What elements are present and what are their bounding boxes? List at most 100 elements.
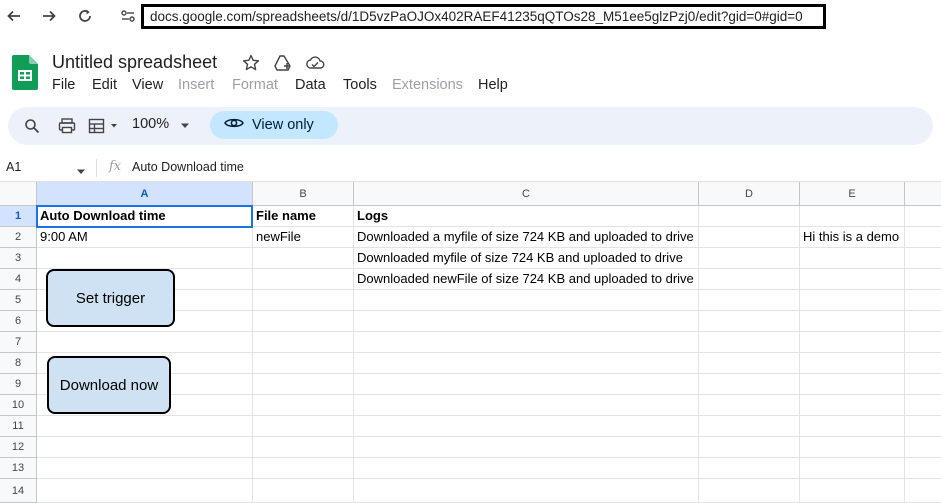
cell-e12[interactable]: [800, 437, 905, 458]
cell-b2[interactable]: newFile: [253, 227, 354, 248]
cell-c4[interactable]: Downloaded newFile of size 724 KB and up…: [354, 269, 699, 290]
column-header-d[interactable]: D: [699, 182, 800, 206]
cell-a12[interactable]: [37, 437, 253, 458]
cell-e7[interactable]: [800, 332, 905, 353]
formula-content[interactable]: Auto Download time: [132, 160, 244, 174]
row-header-4[interactable]: 4: [0, 269, 37, 290]
row-header-14[interactable]: 14: [0, 479, 37, 503]
cell-e13[interactable]: [800, 458, 905, 479]
cell-e10[interactable]: [800, 395, 905, 416]
star-icon[interactable]: [240, 52, 262, 74]
cell-c6[interactable]: [354, 311, 699, 332]
row-header-10[interactable]: 10: [0, 395, 37, 416]
cell-c3[interactable]: Downloaded myfile of size 724 KB and upl…: [354, 248, 699, 269]
cell-d12[interactable]: [699, 437, 800, 458]
cell-f6[interactable]: [905, 311, 941, 332]
cell-f13[interactable]: [905, 458, 941, 479]
row-header-11[interactable]: 11: [0, 416, 37, 437]
cell-d13[interactable]: [699, 458, 800, 479]
select-all-corner[interactable]: [0, 182, 37, 206]
menu-file[interactable]: File: [52, 77, 75, 93]
row-header-2[interactable]: 2: [0, 227, 37, 248]
cell-a13[interactable]: [37, 458, 253, 479]
cell-e4[interactable]: [800, 269, 905, 290]
cell-d9[interactable]: [699, 374, 800, 395]
cell-e1[interactable]: [800, 206, 905, 227]
cell-b12[interactable]: [253, 437, 354, 458]
move-to-drive-icon[interactable]: [272, 52, 294, 74]
cell-b8[interactable]: [253, 353, 354, 374]
row-header-8[interactable]: 8: [0, 353, 37, 374]
cell-c11[interactable]: [354, 416, 699, 437]
cell-e5[interactable]: [800, 290, 905, 311]
cell-b4[interactable]: [253, 269, 354, 290]
column-header-c[interactable]: C: [354, 182, 699, 206]
cell-f7[interactable]: [905, 332, 941, 353]
cell-b9[interactable]: [253, 374, 354, 395]
cell-f2[interactable]: [905, 227, 941, 248]
menu-format[interactable]: Format: [232, 77, 278, 93]
cell-b11[interactable]: [253, 416, 354, 437]
column-header-f[interactable]: [905, 182, 941, 206]
menu-edit[interactable]: Edit: [92, 77, 117, 93]
cell-c1[interactable]: Logs: [354, 206, 699, 227]
site-settings-icon[interactable]: [117, 5, 139, 27]
cell-c5[interactable]: [354, 290, 699, 311]
cell-d6[interactable]: [699, 311, 800, 332]
menu-tools[interactable]: Tools: [343, 77, 377, 93]
cell-c10[interactable]: [354, 395, 699, 416]
cell-d4[interactable]: [699, 269, 800, 290]
cell-e6[interactable]: [800, 311, 905, 332]
cell-d14[interactable]: [699, 479, 800, 503]
name-box[interactable]: A1: [6, 160, 21, 174]
forward-arrow-icon[interactable]: [38, 5, 60, 27]
cell-a1[interactable]: Auto Download time: [37, 206, 253, 227]
cell-d7[interactable]: [699, 332, 800, 353]
menu-extensions[interactable]: Extensions: [392, 77, 463, 93]
cell-a3[interactable]: [37, 248, 253, 269]
cell-d8[interactable]: [699, 353, 800, 374]
cell-a7[interactable]: [37, 332, 253, 353]
cell-c8[interactable]: [354, 353, 699, 374]
cell-f10[interactable]: [905, 395, 941, 416]
table-format-icon[interactable]: [88, 115, 122, 137]
cell-f1[interactable]: [905, 206, 941, 227]
set-trigger-button[interactable]: Set trigger: [46, 269, 175, 327]
row-header-7[interactable]: 7: [0, 332, 37, 353]
cell-c12[interactable]: [354, 437, 699, 458]
cell-e11[interactable]: [800, 416, 905, 437]
cell-b10[interactable]: [253, 395, 354, 416]
cell-d5[interactable]: [699, 290, 800, 311]
cell-b7[interactable]: [253, 332, 354, 353]
cell-a14[interactable]: [37, 479, 253, 503]
zoom-level[interactable]: 100%: [132, 116, 169, 132]
cell-c7[interactable]: [354, 332, 699, 353]
menu-insert[interactable]: Insert: [178, 77, 214, 93]
cell-b13[interactable]: [253, 458, 354, 479]
menu-help[interactable]: Help: [478, 77, 508, 93]
cell-f9[interactable]: [905, 374, 941, 395]
zoom-chevron-down-icon[interactable]: [180, 115, 190, 137]
row-header-13[interactable]: 13: [0, 458, 37, 479]
view-only-chip[interactable]: View only: [210, 111, 338, 139]
cell-a11[interactable]: [37, 416, 253, 437]
name-box-chevron-down-icon[interactable]: [76, 163, 86, 181]
cell-c13[interactable]: [354, 458, 699, 479]
row-header-6[interactable]: 6: [0, 311, 37, 332]
row-header-1[interactable]: 1: [0, 206, 37, 227]
menu-data[interactable]: Data: [295, 77, 326, 93]
cloud-status-icon[interactable]: [304, 52, 326, 74]
back-arrow-icon[interactable]: [3, 5, 25, 27]
cell-e2[interactable]: Hi this is a demo: [800, 227, 905, 248]
cell-b6[interactable]: [253, 311, 354, 332]
cell-f14[interactable]: [905, 479, 941, 503]
reload-icon[interactable]: [74, 5, 96, 27]
cell-f8[interactable]: [905, 353, 941, 374]
document-title[interactable]: Untitled spreadsheet: [52, 52, 217, 73]
cell-c9[interactable]: [354, 374, 699, 395]
cell-f11[interactable]: [905, 416, 941, 437]
cell-b3[interactable]: [253, 248, 354, 269]
column-header-e[interactable]: E: [800, 182, 905, 206]
row-header-5[interactable]: 5: [0, 290, 37, 311]
cell-b5[interactable]: [253, 290, 354, 311]
